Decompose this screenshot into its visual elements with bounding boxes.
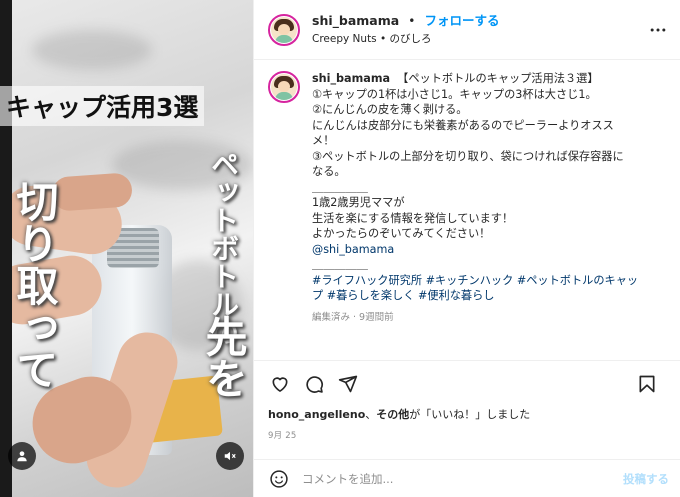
caption-text: shi_bamama 【ペットボトルのキャップ活用法３選】 ①キャップの1杯は小… xyxy=(312,71,657,325)
heart-icon xyxy=(272,377,288,392)
separator: • xyxy=(408,14,416,28)
actions-section: hono_angelleno、その他が「いいね！」しました 9月 25 xyxy=(254,360,680,441)
follow-button[interactable]: フォローする xyxy=(424,13,499,28)
caption-mention-link[interactable]: @shi_bamama xyxy=(312,242,657,258)
emoji-icon xyxy=(270,469,288,488)
paper-plane-icon xyxy=(338,375,358,393)
caption-row: shi_bamama 【ペットボトルのキャップ活用法３選】 ①キャップの1杯は小… xyxy=(268,71,667,325)
caption-line-4: メ！ xyxy=(312,134,335,147)
caption-area: shi_bamama 【ペットボトルのキャップ活用法３選】 ①キャップの1杯は小… xyxy=(254,61,680,361)
avatar-illustration xyxy=(271,16,297,43)
music-info: Creepy Nuts • のびしろ xyxy=(312,31,499,47)
comment-button[interactable] xyxy=(302,372,326,396)
post-comment-button[interactable]: 投稿する xyxy=(623,471,669,487)
header-username[interactable]: shi_bamama xyxy=(312,13,399,28)
comment-input[interactable] xyxy=(302,471,602,486)
caption-line-1: ①キャップの1杯は小さじ1。キャップの3杯は大さじ1。 xyxy=(312,87,597,101)
like-button[interactable] xyxy=(268,372,292,396)
caption-line-5: ③ペットボトルの上部分を切り取り、袋につければ保存容器に xyxy=(312,149,624,163)
tagged-users-button[interactable] xyxy=(8,442,36,470)
likes-summary: hono_angelleno、その他が「いいね！」しました xyxy=(254,407,680,423)
music-artist[interactable]: Creepy Nuts xyxy=(312,33,377,45)
comment-icon xyxy=(306,376,323,393)
share-button[interactable] xyxy=(336,372,360,396)
mute-button[interactable] xyxy=(216,442,244,470)
overlay-caption-right-big: 先を xyxy=(199,315,248,399)
more-options-button[interactable] xyxy=(648,20,668,40)
avatar-illustration xyxy=(271,74,297,100)
post-header: shi_bamama • フォローする Creepy Nuts • のびしろ xyxy=(254,0,680,60)
caption-line-10: よかったらのぞいてみてください！ xyxy=(312,227,491,240)
likes-suffix: が「いいね！」しました xyxy=(409,408,531,421)
speaker-muted-icon xyxy=(224,451,236,461)
caption-line-6: なる。 xyxy=(312,165,346,178)
music-title[interactable]: のびしろ xyxy=(390,33,432,45)
caption-avatar[interactable] xyxy=(268,71,300,103)
caption-line-2: ②にんじんの皮を薄く剥ける。 xyxy=(312,103,468,116)
caption-meta: 編集済み · 9週間前 xyxy=(312,311,394,323)
caption-line-3: にんじんは皮部分にも栄養素があるのでピーラーよりオスス xyxy=(312,118,614,132)
action-bar xyxy=(254,361,680,407)
avatar[interactable] xyxy=(268,13,300,46)
liker-username[interactable]: hono_angelleno xyxy=(268,408,365,421)
save-button[interactable] xyxy=(635,372,659,396)
likes-others-link[interactable]: その他 xyxy=(376,408,409,421)
hand-image xyxy=(50,172,134,212)
emoji-button[interactable] xyxy=(268,468,290,490)
header-text: shi_bamama • フォローする Creepy Nuts • のびしろ xyxy=(312,12,499,47)
caption-username[interactable]: shi_bamama xyxy=(312,72,390,85)
post-date[interactable]: 9月 25 xyxy=(254,423,680,441)
music-separator: • xyxy=(380,33,387,45)
caption-hashtags-line1[interactable]: #ライフハック研究所 #キッチンハック #ペットボトルのキャッ xyxy=(312,273,657,289)
marble-texture xyxy=(32,30,152,70)
likes-connector: 、 xyxy=(365,408,377,421)
comment-bar: 投稿する xyxy=(254,459,680,497)
overlay-caption-left: 切り取って xyxy=(10,180,59,390)
user-icon xyxy=(17,451,27,462)
caption-divider-2: ＿＿＿＿＿ xyxy=(312,258,368,271)
overlay-title: キャップ活用3選 xyxy=(0,86,205,126)
caption-hashtags-line2[interactable]: プ #暮らしを楽しく #便利な暮らし xyxy=(312,288,657,304)
caption-divider: ＿＿＿＿＿ xyxy=(312,180,368,194)
post-media[interactable]: 北海 キャップ活用3選 切り取って ペットボトルの 先を xyxy=(0,0,253,497)
caption-line-0: 【ペットボトルのキャップ活用法３選】 xyxy=(397,72,599,85)
bookmark-icon xyxy=(639,375,655,393)
caption-line-8: 1歳2歳男児ママが xyxy=(312,196,405,209)
caption-line-9: 生活を楽にする情報を発信しています！ xyxy=(312,211,514,225)
caption-line: shi_bamama 【ペットボトルのキャップ活用法３選】 xyxy=(312,71,657,87)
more-icon xyxy=(650,28,666,32)
post-details-panel: shi_bamama • フォローする Creepy Nuts • のびしろ s… xyxy=(253,0,680,497)
